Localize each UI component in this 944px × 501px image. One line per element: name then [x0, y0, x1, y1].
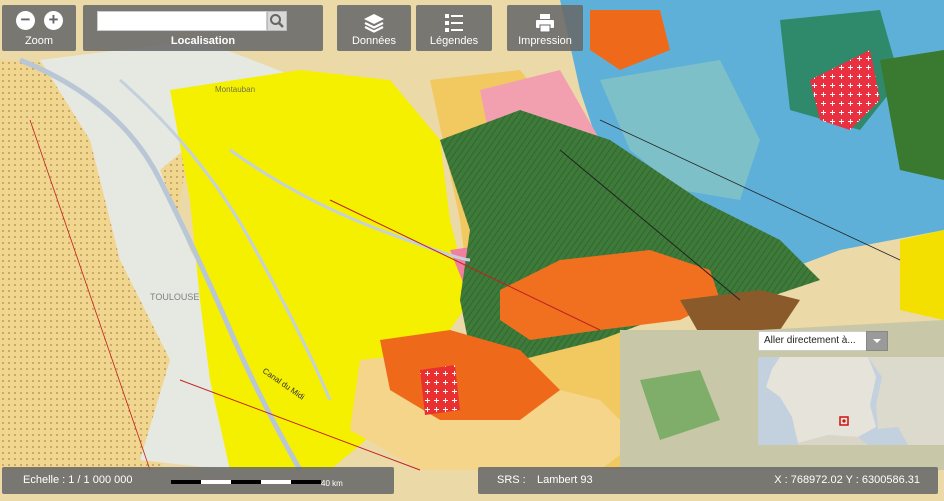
zoom-in-button[interactable]: +: [44, 11, 63, 30]
scale-text: Echelle : 1 / 1 000 000: [23, 474, 133, 486]
legendes-button[interactable]: Légendes: [416, 5, 492, 51]
impression-button[interactable]: Impression: [507, 5, 583, 51]
map-label-montauban: Montauban: [215, 85, 255, 94]
srs-value: Lambert 93: [537, 474, 593, 486]
localisation-label: Localisation: [170, 35, 236, 47]
zoom-out-button[interactable]: −: [16, 11, 35, 30]
legendes-label: Légendes: [429, 35, 479, 47]
search-icon: [270, 14, 284, 28]
scale-bar: [171, 480, 321, 484]
donnees-button[interactable]: Données: [337, 5, 411, 51]
zoom-out-icon: −: [20, 10, 31, 29]
goto-dropdown-button[interactable]: [866, 331, 888, 351]
goto-select-label: Aller directement à...: [764, 335, 856, 346]
map-label-toulouse: TOULOUSE: [150, 292, 199, 302]
printer-icon: [536, 14, 554, 33]
srs-panel: SRS : Lambert 93 X : 768972.02 Y : 63005…: [478, 467, 938, 494]
chevron-down-icon: [873, 339, 881, 343]
impression-label: Impression: [518, 35, 572, 47]
layers-icon: [364, 14, 384, 33]
zoom-label: Zoom: [24, 35, 54, 47]
srs-label: SRS :: [497, 474, 526, 486]
overview-minimap[interactable]: Aller directement à...: [758, 331, 944, 445]
zoom-panel: − + Zoom: [2, 5, 76, 51]
donnees-label: Données: [351, 35, 397, 47]
scale-bar-label: 40 km: [321, 479, 343, 488]
search-button[interactable]: [267, 11, 287, 31]
scale-panel: Echelle : 1 / 1 000 000 40 km: [2, 467, 394, 494]
search-input[interactable]: [97, 11, 267, 31]
minimap-france[interactable]: [758, 357, 944, 445]
legend-list-icon: [445, 14, 463, 32]
localisation-panel: Localisation: [83, 5, 323, 51]
cursor-coordinates: X : 768972.02 Y : 6300586.31: [774, 474, 920, 486]
zoom-in-icon: +: [48, 10, 59, 29]
